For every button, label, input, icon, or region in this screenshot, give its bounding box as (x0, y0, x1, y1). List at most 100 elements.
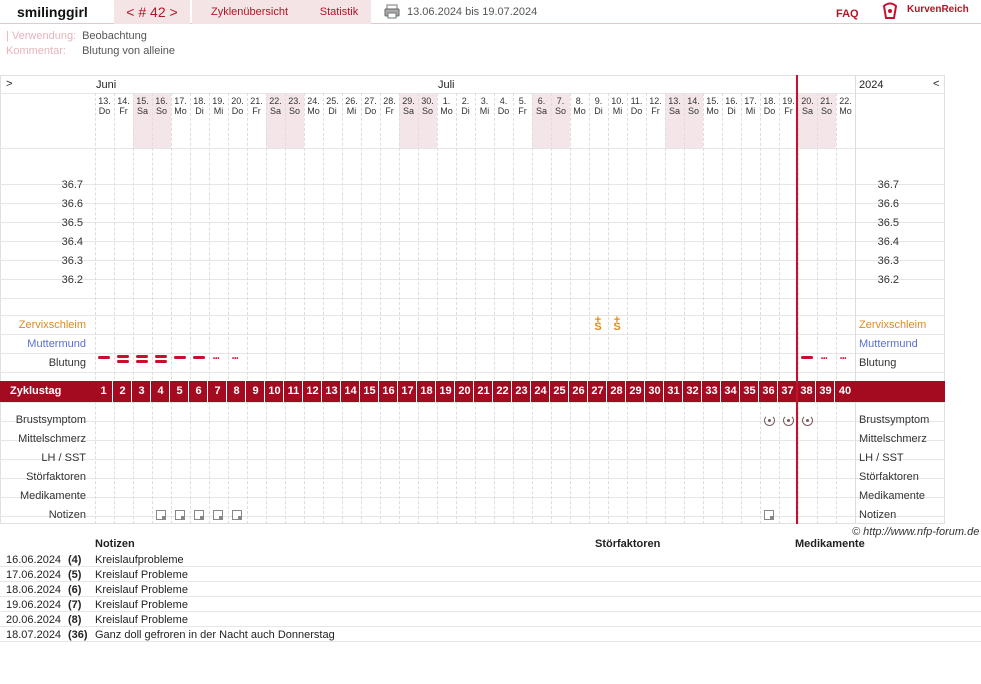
day-weekday: Do (231, 106, 244, 116)
day-weekday: Fr (252, 106, 261, 116)
day-date: 29. (402, 96, 415, 106)
grid-column-line (95, 93, 96, 524)
grid-column-line (836, 93, 837, 524)
grid-column-line (266, 93, 267, 524)
day-header: 21. So (817, 96, 836, 116)
cycle-day-number[interactable]: 22 (494, 381, 512, 402)
cycle-day-number[interactable]: 3 (133, 381, 151, 402)
cycle-day-number[interactable]: 26 (570, 381, 588, 402)
grid-line (0, 353, 945, 354)
day-date: 28. (383, 96, 396, 106)
cycle-day-number[interactable]: 7 (209, 381, 227, 402)
cycle-day-number[interactable]: 2 (114, 381, 132, 402)
cycle-day-number[interactable]: 1 (95, 381, 113, 402)
bleeding-mark (155, 360, 167, 363)
cycle-day-number[interactable]: 10 (266, 381, 284, 402)
day-header: 7. So (551, 96, 570, 116)
note-icon[interactable] (213, 510, 223, 520)
cycle-day-number[interactable]: 32 (684, 381, 702, 402)
username: smilinggirl (17, 4, 88, 20)
grid-column-line (551, 93, 552, 524)
note-date: 20.06.2024 (6, 614, 62, 626)
note-icon[interactable] (156, 510, 166, 520)
cycle-nav[interactable]: < # 42 > (114, 0, 190, 24)
day-header: 23. So (285, 96, 304, 116)
grid-column-line (171, 93, 172, 524)
note-icon[interactable] (764, 510, 774, 520)
day-date: 1. (442, 96, 451, 106)
print-icon[interactable] (384, 4, 400, 19)
cycle-day-number[interactable]: 17 (399, 381, 417, 402)
row-label-muttermund: Muttermund (27, 338, 86, 350)
grid-line (0, 516, 945, 517)
spotting-mark: ••• (213, 356, 220, 362)
grid-column-line (722, 93, 723, 524)
cycle-day-number[interactable]: 23 (513, 381, 531, 402)
note-text: Kreislauf Probleme (95, 599, 188, 611)
temp-label-right: 36.3 (877, 255, 899, 267)
cycle-day-number[interactable]: 35 (741, 381, 759, 402)
comment-value: Blutung von alleine (82, 45, 176, 57)
cycle-day-number[interactable]: 30 (646, 381, 664, 402)
note-cycle-day: (7) (68, 599, 82, 611)
cycle-day-number[interactable]: 18 (418, 381, 436, 402)
grid-column-line (209, 93, 210, 524)
cycle-day-number[interactable]: 33 (703, 381, 721, 402)
bleeding-light-mark (98, 356, 110, 359)
day-header: 28. Fr (380, 96, 399, 116)
day-date: 20. (801, 96, 814, 106)
cycle-day-number[interactable]: 28 (608, 381, 626, 402)
day-weekday: Mo (174, 106, 187, 116)
tab-statistics[interactable]: Statistik (307, 0, 371, 24)
nav-prev-button[interactable]: > (6, 78, 12, 90)
faq-link[interactable]: FAQ (836, 0, 859, 28)
cycle-day-number[interactable]: 15 (361, 381, 379, 402)
row-label-med: Medikamente (19, 490, 86, 502)
day-weekday: Fr (518, 106, 527, 116)
grid-column-line (418, 93, 419, 524)
row-label-cervix-right: Zervixschleim (859, 319, 927, 331)
note-icon[interactable] (194, 510, 204, 520)
cycle-day-number[interactable]: 40 (836, 381, 854, 402)
day-date: 13. (668, 96, 681, 106)
cycle-day-number[interactable]: 9 (247, 381, 265, 402)
spotting-mark: ••• (840, 356, 847, 362)
cycle-day-number[interactable]: 14 (342, 381, 360, 402)
cycle-day-number[interactable]: 39 (817, 381, 835, 402)
cycle-day-number[interactable]: 20 (456, 381, 474, 402)
grid-line (0, 241, 945, 242)
cycle-day-number[interactable]: 37 (779, 381, 797, 402)
tab-cycle-overview[interactable]: Zyklenübersicht (192, 0, 307, 24)
day-header: 1. Mo (437, 96, 456, 116)
cycle-day-number[interactable]: 4 (152, 381, 170, 402)
brand-name[interactable]: KurvenReich (907, 0, 969, 20)
nav-next-button[interactable]: < (933, 78, 939, 90)
cycle-day-number[interactable]: 38 (798, 381, 816, 402)
cycle-day-number[interactable]: 13 (323, 381, 341, 402)
grid-line (0, 93, 945, 94)
day-weekday: Sa (668, 106, 680, 116)
day-header: 3. Mi (475, 96, 494, 116)
cycle-day-number[interactable]: 27 (589, 381, 607, 402)
cycle-day-number[interactable]: 12 (304, 381, 322, 402)
cycle-day-number[interactable]: 29 (627, 381, 645, 402)
row-label-mittel: Mittelschmerz (18, 433, 86, 445)
cycle-day-number[interactable]: 36 (760, 381, 778, 402)
cycle-day-number[interactable]: 5 (171, 381, 189, 402)
grid-column-line (361, 93, 362, 524)
note-icon[interactable] (232, 510, 242, 520)
cycle-day-number[interactable]: 31 (665, 381, 683, 402)
cycle-day-number[interactable]: 6 (190, 381, 208, 402)
cycle-day-number[interactable]: 19 (437, 381, 455, 402)
cycle-day-number[interactable]: 21 (475, 381, 493, 402)
grid-column-line (608, 93, 609, 524)
cycle-day-number[interactable]: 16 (380, 381, 398, 402)
cycle-day-number[interactable]: 24 (532, 381, 550, 402)
cycle-day-number[interactable]: 25 (551, 381, 569, 402)
cycle-day-number[interactable]: 8 (228, 381, 246, 402)
note-icon[interactable] (175, 510, 185, 520)
cycle-day-number[interactable]: 11 (285, 381, 303, 402)
day-header: 5. Fr (513, 96, 532, 116)
cycle-day-number[interactable]: 34 (722, 381, 740, 402)
day-header: 20. Sa (798, 96, 817, 116)
